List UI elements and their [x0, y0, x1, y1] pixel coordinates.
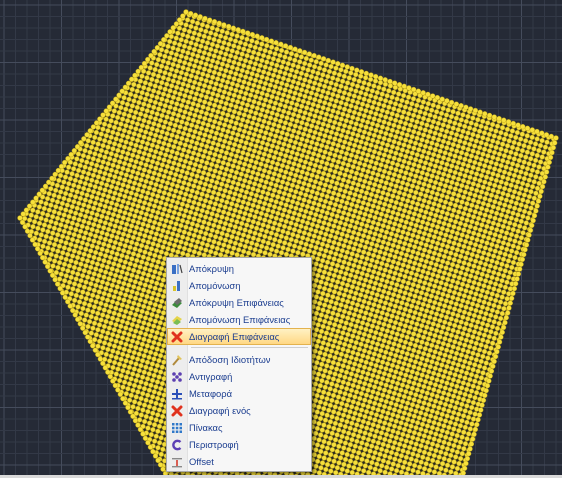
- menu-item-offset[interactable]: Offset: [167, 453, 311, 470]
- menu-item-label: Απόδοση Ιδιοτήτων: [189, 354, 271, 365]
- context-menu: Απόκρυψη Απομόνωση Απόκρυψη Επιφάνειας Απομ…: [166, 257, 312, 472]
- copy-icon: [167, 368, 187, 385]
- menu-item-move[interactable]: Μεταφορά: [167, 385, 311, 402]
- menu-item-label: Διαγραφή ενός: [189, 405, 251, 416]
- menu-item-delete-surface[interactable]: Διαγραφή Επιφάνειας: [167, 328, 311, 345]
- menu-item-label: Αντιγραφή: [189, 371, 233, 382]
- array-icon: [167, 419, 187, 436]
- menu-item-label: Απόκρυψη Επιφάνειας: [189, 297, 284, 308]
- offset-icon: [167, 453, 187, 470]
- menu-item-rotate[interactable]: Περιστροφή: [167, 436, 311, 453]
- rotate-icon: [167, 436, 187, 453]
- move-icon: [167, 385, 187, 402]
- menu-item-label: Περιστροφή: [189, 439, 239, 450]
- menu-item-label: Μεταφορά: [189, 388, 233, 399]
- delete-surface-icon: [167, 328, 187, 345]
- menu-item-match-properties[interactable]: Απόδοση Ιδιοτήτων: [167, 351, 311, 368]
- menu-item-label: Πίνακας: [189, 422, 223, 433]
- menu-group-edit: Απόδοση Ιδιοτήτων Αντιγραφή Μεταφορά Διαγρα…: [167, 351, 311, 470]
- hide-icon: [167, 260, 187, 277]
- menu-item-delete-one[interactable]: Διαγραφή ενός: [167, 402, 311, 419]
- menu-item-copy[interactable]: Αντιγραφή: [167, 368, 311, 385]
- menu-item-label: Απομόνωση Επιφάνειας: [189, 314, 291, 325]
- menu-item-label: Απομόνωση: [189, 280, 241, 291]
- menu-item-isolate-surface[interactable]: Απομόνωση Επιφάνειας: [167, 311, 311, 328]
- isolate-icon: [167, 277, 187, 294]
- menu-item-label: Απόκρυψη: [189, 263, 234, 274]
- match-properties-icon: [167, 351, 187, 368]
- isolate-surface-icon: [167, 311, 187, 328]
- menu-item-hide-surface[interactable]: Απόκρυψη Επιφάνειας: [167, 294, 311, 311]
- menu-item-hide[interactable]: Απόκρυψη: [167, 260, 311, 277]
- menu-item-isolate[interactable]: Απομόνωση: [167, 277, 311, 294]
- menu-item-label: Διαγραφή Επιφάνειας: [189, 331, 280, 342]
- delete-one-icon: [167, 402, 187, 419]
- hide-surface-icon: [167, 294, 187, 311]
- menu-group-visibility: Απόκρυψη Απομόνωση Απόκρυψη Επιφάνειας Απομ…: [167, 260, 311, 345]
- menu-item-array[interactable]: Πίνακας: [167, 419, 311, 436]
- menu-item-label: Offset: [189, 456, 214, 467]
